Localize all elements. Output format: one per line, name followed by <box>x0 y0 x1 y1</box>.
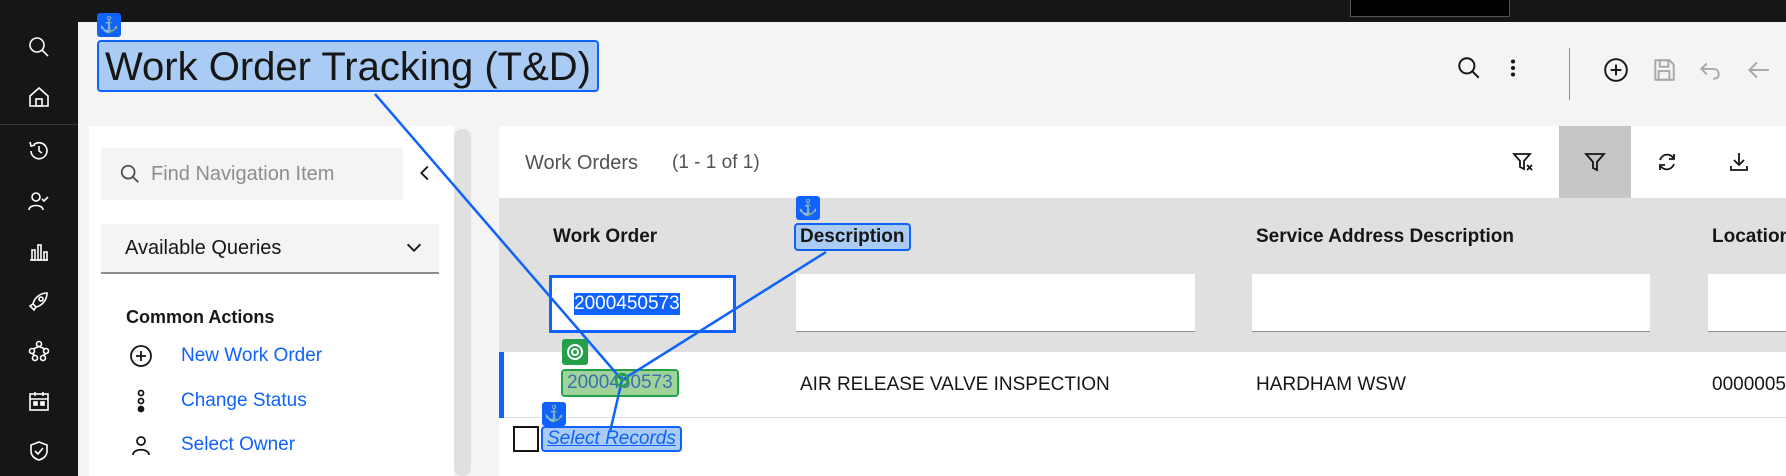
select-records-link[interactable]: Select Records <box>541 426 682 452</box>
top-bar <box>0 0 1786 22</box>
add-icon[interactable] <box>1603 57 1629 97</box>
add-circle-icon <box>126 344 156 368</box>
rocket-icon[interactable] <box>0 276 78 326</box>
change-status-action[interactable]: Change Status <box>126 386 307 416</box>
work-orders-table: Work Orders (1 - 1 of 1) Work Order Desc… <box>499 126 1786 476</box>
table-row[interactable]: 2000450573 AIR RELEASE VALVE INSPECTION … <box>499 352 1786 418</box>
row-selected-indicator <box>499 352 504 418</box>
save-icon[interactable] <box>1651 57 1677 97</box>
collapse-panel-button[interactable] <box>414 162 438 186</box>
chevron-down-icon <box>406 243 422 253</box>
new-work-order-label[interactable]: New Work Order <box>181 345 322 367</box>
select-records[interactable]: Select Records <box>513 426 682 452</box>
network-icon[interactable] <box>0 326 78 376</box>
clear-filter-icon[interactable] <box>1487 126 1559 198</box>
nav-divider <box>0 124 78 125</box>
column-header-location[interactable]: Location <box>1712 226 1786 248</box>
search-icon[interactable] <box>0 22 78 72</box>
back-icon[interactable] <box>1745 57 1771 97</box>
overflow-menu-icon[interactable] <box>1500 55 1526 95</box>
navigation-scrollbar[interactable] <box>454 129 471 476</box>
search-icon <box>120 164 139 183</box>
history-icon[interactable] <box>0 126 78 176</box>
target-icon <box>562 339 588 365</box>
select-owner-action[interactable]: Select Owner <box>126 430 295 460</box>
header-divider <box>1569 48 1570 100</box>
shield-icon[interactable] <box>0 426 78 476</box>
service-address-filter-input[interactable] <box>1252 274 1650 332</box>
download-icon[interactable] <box>1703 126 1775 198</box>
refresh-icon[interactable] <box>1631 126 1703 198</box>
anchor-icon: ⚓ <box>796 196 820 220</box>
anchor-icon: ⚓ <box>542 402 566 426</box>
navigation-panel: Available Queries Common Actions New Wor… <box>89 126 454 476</box>
status-icon <box>126 389 156 413</box>
user-check-icon[interactable] <box>0 176 78 226</box>
column-header-description[interactable]: Description <box>794 223 911 251</box>
column-header-service-address[interactable]: Service Address Description <box>1256 226 1514 248</box>
select-records-checkbox[interactable] <box>513 426 539 452</box>
find-navigation-search[interactable] <box>101 148 403 200</box>
location-filter-input[interactable] <box>1708 274 1786 332</box>
work-order-filter-value: 2000450573 <box>574 293 680 315</box>
analytics-icon[interactable] <box>0 226 78 276</box>
available-queries-label: Available Queries <box>125 236 282 259</box>
work-order-filter-input[interactable]: 2000450573 <box>549 275 736 333</box>
available-queries-dropdown[interactable]: Available Queries <box>101 224 439 274</box>
description-filter-input[interactable] <box>796 274 1195 332</box>
top-bar-block <box>1350 0 1510 17</box>
work-order-link[interactable]: 2000450573 <box>561 369 679 397</box>
service-address-cell: HARDHAM WSW <box>1256 374 1406 395</box>
find-navigation-input[interactable] <box>151 162 391 186</box>
common-actions-title: Common Actions <box>126 307 275 327</box>
page-title: Work Order Tracking (T&D) <box>97 40 599 92</box>
location-cell: 0000005 <box>1712 374 1786 395</box>
user-icon <box>126 433 156 457</box>
chevron-left-icon <box>420 165 429 181</box>
undo-icon[interactable] <box>1697 57 1723 97</box>
calendar-icon[interactable] <box>0 376 78 426</box>
filter-icon[interactable] <box>1559 126 1631 198</box>
header-search-icon[interactable] <box>1456 55 1482 95</box>
new-work-order-action[interactable]: New Work Order <box>126 341 322 371</box>
description-cell: AIR RELEASE VALVE INSPECTION <box>800 374 1110 395</box>
side-nav <box>0 22 78 476</box>
anchor-icon: ⚓ <box>97 13 121 37</box>
table-title: Work Orders <box>525 152 638 174</box>
table-record-count: (1 - 1 of 1) <box>672 152 760 173</box>
change-status-label[interactable]: Change Status <box>181 390 307 412</box>
home-icon[interactable] <box>0 72 78 122</box>
column-header-work-order[interactable]: Work Order <box>553 226 657 248</box>
select-owner-label[interactable]: Select Owner <box>181 434 295 456</box>
